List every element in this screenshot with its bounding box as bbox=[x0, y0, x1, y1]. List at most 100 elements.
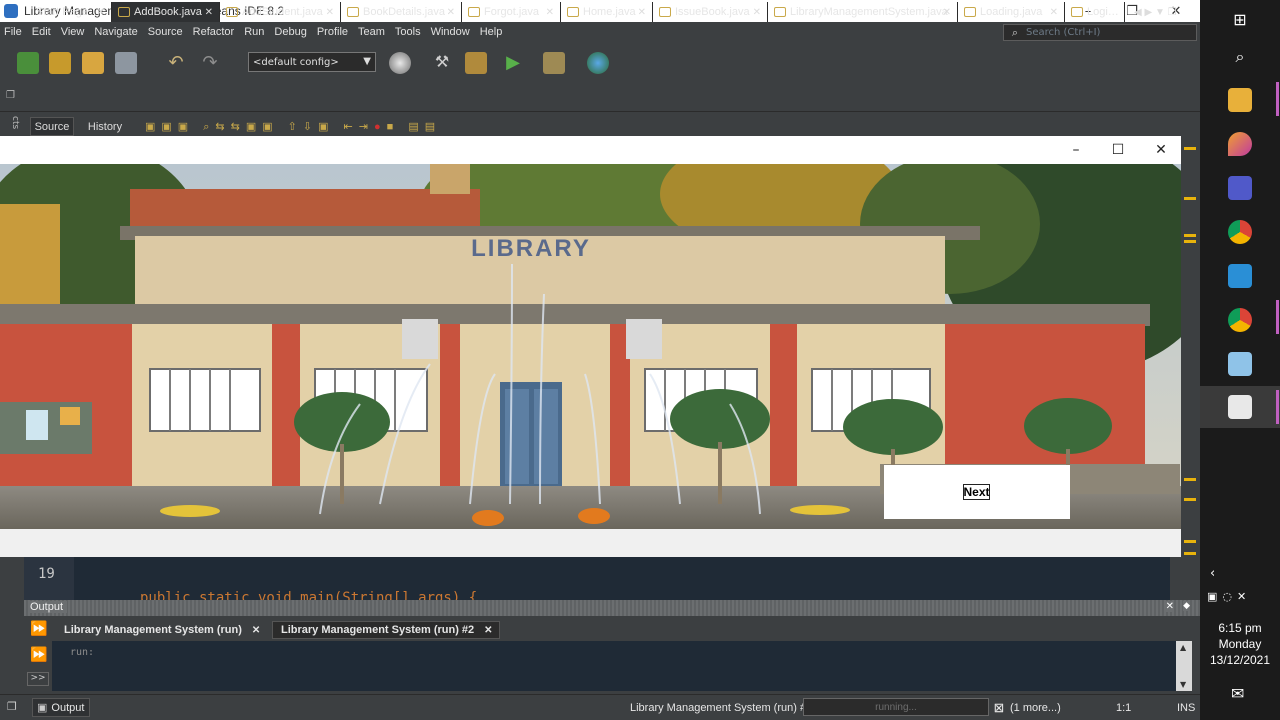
stripe-mark[interactable] bbox=[1184, 478, 1196, 481]
menu-tools[interactable]: Tools bbox=[395, 26, 421, 38]
stripe-mark[interactable] bbox=[1184, 552, 1196, 555]
scroll-up-icon[interactable]: ▲ bbox=[1180, 643, 1186, 652]
rerun-modified-icon[interactable]: ⏩ bbox=[30, 647, 47, 663]
chrome-icon[interactable] bbox=[1228, 220, 1252, 244]
search-icon[interactable]: ⌕ bbox=[1228, 45, 1252, 69]
app-minimize-button[interactable]: – bbox=[1054, 136, 1098, 164]
close-tab-icon[interactable]: ✕ bbox=[484, 625, 492, 636]
new-file-icon[interactable] bbox=[17, 52, 39, 74]
tab-loading[interactable]: Loading.java ✕ bbox=[958, 2, 1065, 22]
output-tab-run-2[interactable]: Library Management System (run) #2 ✕ bbox=[272, 621, 500, 639]
search-input[interactable]: ⌕ Search (Ctrl+I) bbox=[1003, 24, 1197, 41]
clock-time[interactable]: 6:15 pm bbox=[1200, 621, 1280, 635]
clean-build-icon[interactable] bbox=[465, 52, 487, 74]
new-project-icon[interactable] bbox=[49, 52, 71, 74]
chrome-profile-icon[interactable] bbox=[1228, 308, 1252, 332]
close-tab-icon[interactable]: ✕ bbox=[638, 7, 646, 18]
config-select[interactable]: <default config> ▼ bbox=[248, 52, 376, 72]
tab-source[interactable]: Source bbox=[30, 117, 74, 136]
restore-window-icon[interactable]: ❐ bbox=[7, 700, 17, 713]
app-close-button[interactable]: ✕ bbox=[1139, 136, 1183, 164]
redo-icon[interactable]: ↷ bbox=[199, 52, 221, 74]
close-tab-icon[interactable]: ✕ bbox=[97, 7, 105, 18]
menu-view[interactable]: View bbox=[61, 26, 85, 38]
stripe-mark[interactable] bbox=[1184, 234, 1196, 237]
drop-app-icon[interactable] bbox=[1228, 132, 1252, 156]
close-tab-icon[interactable]: ✕ bbox=[326, 7, 334, 18]
config-value: <default config> bbox=[253, 56, 339, 68]
3d-viewer-icon[interactable] bbox=[1228, 352, 1252, 376]
tab-bookdetails[interactable]: BookDetails.java ✕ bbox=[341, 2, 462, 22]
stripe-mark[interactable] bbox=[1184, 498, 1196, 501]
scroll-down-icon[interactable]: ▼ bbox=[1180, 680, 1186, 689]
close-tab-icon[interactable]: ✕ bbox=[1050, 7, 1058, 18]
run-project-icon[interactable]: ▶ bbox=[502, 52, 524, 74]
menu-debug[interactable]: Debug bbox=[274, 26, 306, 38]
more-actions-icon[interactable]: >> bbox=[27, 672, 49, 686]
system-tray-icons[interactable]: ▣◌✕ bbox=[1207, 590, 1251, 603]
chevron-left-icon[interactable]: ‹ bbox=[1210, 566, 1215, 581]
menu-source[interactable]: Source bbox=[148, 26, 183, 38]
menu-edit[interactable]: Edit bbox=[32, 26, 51, 38]
tab-start-page[interactable]: Start Page ✕ bbox=[30, 2, 112, 22]
debug-project-icon[interactable] bbox=[543, 52, 565, 74]
tab-login[interactable]: Logi… bbox=[1065, 2, 1125, 22]
tab-librarymanagementsystem[interactable]: LibraryManagementSystem.java ✕ bbox=[768, 2, 958, 22]
projects-side-tab[interactable]: cts bbox=[6, 116, 20, 136]
close-output-icon[interactable]: ✕ bbox=[1165, 601, 1174, 612]
vscode-icon[interactable] bbox=[1228, 264, 1252, 288]
menu-navigate[interactable]: Navigate bbox=[94, 26, 137, 38]
cancel-task-icon[interactable]: ☒ bbox=[994, 702, 1004, 715]
clock-date[interactable]: 13/12/2021 bbox=[1200, 653, 1280, 667]
menu-profile[interactable]: Profile bbox=[317, 26, 348, 38]
stripe-mark[interactable] bbox=[1184, 147, 1196, 150]
menu-file[interactable]: File bbox=[4, 26, 22, 38]
minimize-output-icon[interactable]: ◆ bbox=[1183, 601, 1190, 611]
windows-start-icon[interactable]: ⊞ bbox=[1228, 8, 1252, 32]
teams-icon[interactable] bbox=[1228, 176, 1252, 200]
record-macro-icon[interactable]: ● bbox=[374, 121, 387, 133]
menu-window[interactable]: Window bbox=[431, 26, 470, 38]
save-all-icon[interactable] bbox=[115, 52, 137, 74]
globe-browser-icon[interactable] bbox=[389, 52, 411, 74]
clock-day[interactable]: Monday bbox=[1200, 637, 1280, 651]
app-maximize-button[interactable]: ☐ bbox=[1096, 136, 1140, 164]
tab-history[interactable]: History bbox=[82, 117, 128, 136]
tab-scroll-controls[interactable]: ◀ ▶ ▼ ❐ bbox=[1128, 2, 1198, 22]
close-tab-icon[interactable]: ✕ bbox=[943, 7, 951, 18]
editor-action-icons[interactable]: ▣▣▣ ⌕⇆⇆▣▣ ⇧⇩▣ ⇤⇥ ● ■ ▤▤ bbox=[145, 117, 585, 136]
output-button[interactable]: ▣ Output bbox=[32, 698, 90, 717]
profile-project-icon[interactable] bbox=[587, 52, 609, 74]
undo-icon[interactable]: ↶ bbox=[165, 52, 187, 74]
stripe-mark[interactable] bbox=[1184, 540, 1196, 543]
close-tab-icon[interactable]: ✕ bbox=[546, 7, 554, 18]
output-console[interactable]: run: bbox=[52, 641, 1176, 691]
stripe-mark[interactable] bbox=[1184, 197, 1196, 200]
java-cup-icon[interactable] bbox=[1228, 395, 1252, 419]
tab-label: BookDetails.java bbox=[363, 6, 445, 18]
close-tab-icon[interactable]: ✕ bbox=[252, 625, 260, 636]
output-tab-run[interactable]: Library Management System (run) ✕ bbox=[56, 621, 270, 639]
menu-team[interactable]: Team bbox=[358, 26, 385, 38]
build-hammer-icon[interactable]: ⚒ bbox=[431, 52, 453, 74]
close-tab-icon[interactable]: ✕ bbox=[205, 7, 213, 18]
tab-forgot[interactable]: Forgot.java ✕ bbox=[462, 2, 561, 22]
file-explorer-icon[interactable] bbox=[1228, 88, 1252, 112]
stripe-mark[interactable] bbox=[1184, 240, 1196, 243]
tab-addstudent[interactable]: AddStudent.java ✕ bbox=[220, 2, 341, 22]
menu-refactor[interactable]: Refactor bbox=[193, 26, 235, 38]
menu-run[interactable]: Run bbox=[244, 26, 264, 38]
notifications-icon[interactable]: ✉ bbox=[1231, 684, 1244, 703]
restore-window-icon[interactable]: ❐ bbox=[6, 90, 20, 104]
next-button[interactable]: Next bbox=[963, 484, 990, 500]
close-tab-icon[interactable]: ✕ bbox=[753, 7, 761, 18]
more-tasks-link[interactable]: (1 more...) bbox=[1010, 702, 1061, 714]
tab-addbook[interactable]: AddBook.java ✕ bbox=[112, 2, 220, 22]
tab-home[interactable]: Home.java ✕ bbox=[561, 2, 653, 22]
tab-issuebook[interactable]: IssueBook.java ✕ bbox=[653, 2, 768, 22]
rerun-icon[interactable]: ⏩ bbox=[30, 621, 47, 637]
menu-help[interactable]: Help bbox=[480, 26, 503, 38]
close-tab-icon[interactable]: ✕ bbox=[447, 7, 455, 18]
output-scrollbar[interactable]: ▲ ▼ bbox=[1176, 641, 1192, 691]
open-project-icon[interactable] bbox=[82, 52, 104, 74]
